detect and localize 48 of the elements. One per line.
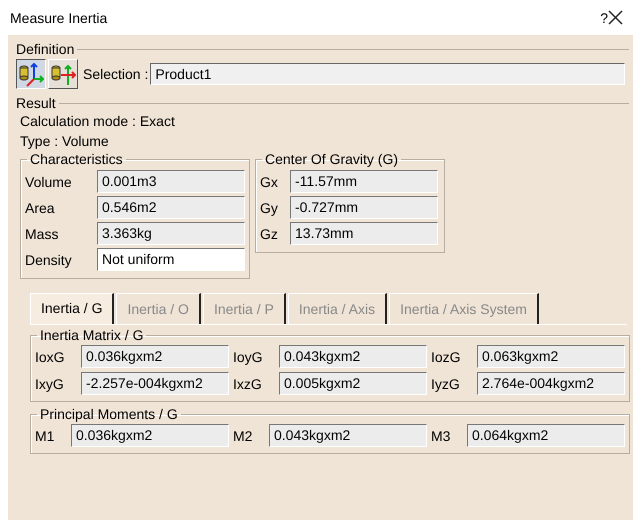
field-label: Gy xyxy=(260,200,279,216)
value-field[interactable]: 0.043kgxm2 xyxy=(279,345,427,368)
field-label: IxyG xyxy=(35,376,65,392)
help-button[interactable]: ? xyxy=(600,10,608,26)
tab[interactable]: Inertia / G xyxy=(30,293,114,324)
value-field[interactable]: 0.001m3 xyxy=(97,170,245,193)
field-label: IyzG xyxy=(431,376,461,392)
window-title: Measure Inertia xyxy=(10,10,108,26)
value-field[interactable]: 0.064kgxm2 xyxy=(467,424,625,447)
field-label: IxzG xyxy=(233,376,263,392)
group-title: Principal Moments / G xyxy=(39,406,179,422)
group-title: Characteristics xyxy=(29,151,124,167)
field-label: Volume xyxy=(25,174,73,190)
value-field[interactable]: 0.063kgxm2 xyxy=(477,345,625,368)
selection-label: Selection : xyxy=(83,66,148,82)
value-field[interactable]: -2.257e-004kgxm2 xyxy=(81,372,229,395)
field-label: IoxG xyxy=(35,348,66,364)
inertia-mode-button[interactable] xyxy=(16,59,46,89)
field-label: M1 xyxy=(35,428,56,444)
group-title: Inertia Matrix / G xyxy=(39,327,144,343)
value-field[interactable]: Not uniform xyxy=(97,248,245,271)
field-label: Mass xyxy=(25,226,60,242)
field-label: Density xyxy=(25,252,73,268)
value-field[interactable]: 13.73mm xyxy=(290,222,438,245)
section-title: Result xyxy=(16,95,57,111)
section-title: Definition xyxy=(16,41,76,57)
field-label: Gx xyxy=(260,174,279,190)
field-label: Area xyxy=(25,200,56,216)
value-field[interactable]: 0.036kgxm2 xyxy=(71,424,229,447)
cylinder-axes-icon xyxy=(18,61,44,87)
field-label: M2 xyxy=(233,428,254,444)
group-title: Center Of Gravity (G) xyxy=(264,151,400,167)
calculation-mode-text: Calculation mode : Exact xyxy=(20,113,176,129)
type-text: Type : Volume xyxy=(20,133,110,149)
close-icon[interactable] xyxy=(608,10,623,25)
field-label: M3 xyxy=(431,428,452,444)
value-field[interactable]: 0.546m2 xyxy=(97,196,245,219)
value-field[interactable]: 0.036kgxm2 xyxy=(81,345,229,368)
selection-field[interactable]: Product1 xyxy=(150,63,625,85)
value-field[interactable]: -0.727mm xyxy=(290,196,438,219)
field-label: IozG xyxy=(431,348,462,364)
value-field[interactable]: 3.363kg xyxy=(97,222,245,245)
value-field[interactable]: -11.57mm xyxy=(290,170,438,193)
field-label: IoyG xyxy=(233,348,264,364)
value-field[interactable]: 0.005kgxm2 xyxy=(279,372,427,395)
field-label: Gz xyxy=(260,226,279,242)
value-field[interactable]: 2.764e-004kgxm2 xyxy=(477,372,625,395)
value-field[interactable]: 0.043kgxm2 xyxy=(269,424,427,447)
